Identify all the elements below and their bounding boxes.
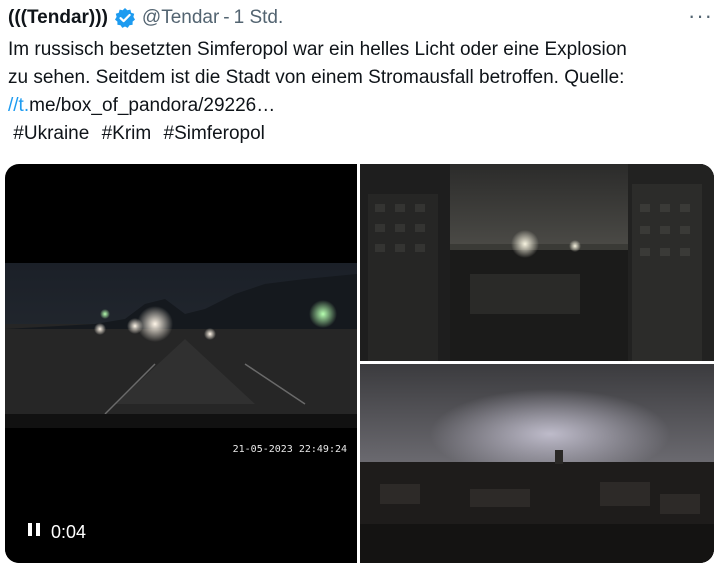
source-link[interactable]: //t.me/box_of_pandora/29226…: [8, 92, 720, 120]
post-time[interactable]: 1 Std.: [234, 7, 284, 29]
more-options-icon[interactable]: ···: [688, 3, 713, 29]
video-timestamp: 21-05-2023 22:49:24: [232, 444, 347, 455]
author-handle[interactable]: @Tendar: [142, 7, 219, 29]
video-frame: [5, 263, 357, 563]
header-separator: -: [223, 7, 230, 28]
photo-image: [360, 364, 714, 563]
verified-badge-icon: [114, 7, 136, 29]
media-grid: 21-05-2023 22:49:24 0:04: [5, 164, 714, 563]
video-controls: 0:04: [27, 522, 86, 543]
photo-image: [360, 164, 714, 361]
author-name[interactable]: (((Tendar))): [8, 7, 108, 29]
hashtag-ukraine[interactable]: #Ukraine: [13, 123, 89, 144]
pause-icon[interactable]: [27, 523, 41, 540]
hashtag-simferopol[interactable]: #Simferopol: [164, 123, 265, 144]
tweet-text: Im russisch besetzten Simferopol war ein…: [8, 36, 720, 148]
photo-skyline-glow[interactable]: [360, 364, 714, 563]
tweet-text-line: Im russisch besetzten Simferopol war ein…: [8, 39, 627, 60]
tweet-text-line: zu sehen. Seitdem ist die Stadt von eine…: [8, 64, 720, 92]
tweet-header: (((Tendar))) @Tendar - 1 Std.: [8, 5, 283, 31]
photo-city-blackout[interactable]: [360, 164, 714, 361]
tweet-text-fragment: zu sehen. Seitdem ist die Stadt von eine…: [8, 67, 625, 88]
video-time: 0:04: [51, 522, 87, 542]
video-player[interactable]: 21-05-2023 22:49:24 0:04: [5, 164, 357, 563]
hashtag-krim[interactable]: #Krim: [102, 123, 152, 144]
hashtag-list: #Ukraine #Krim #Simferopol: [8, 120, 720, 148]
source-link-prefix[interactable]: //t.: [8, 95, 29, 116]
source-link-text[interactable]: me/box_of_pandora/29226…: [29, 95, 275, 116]
